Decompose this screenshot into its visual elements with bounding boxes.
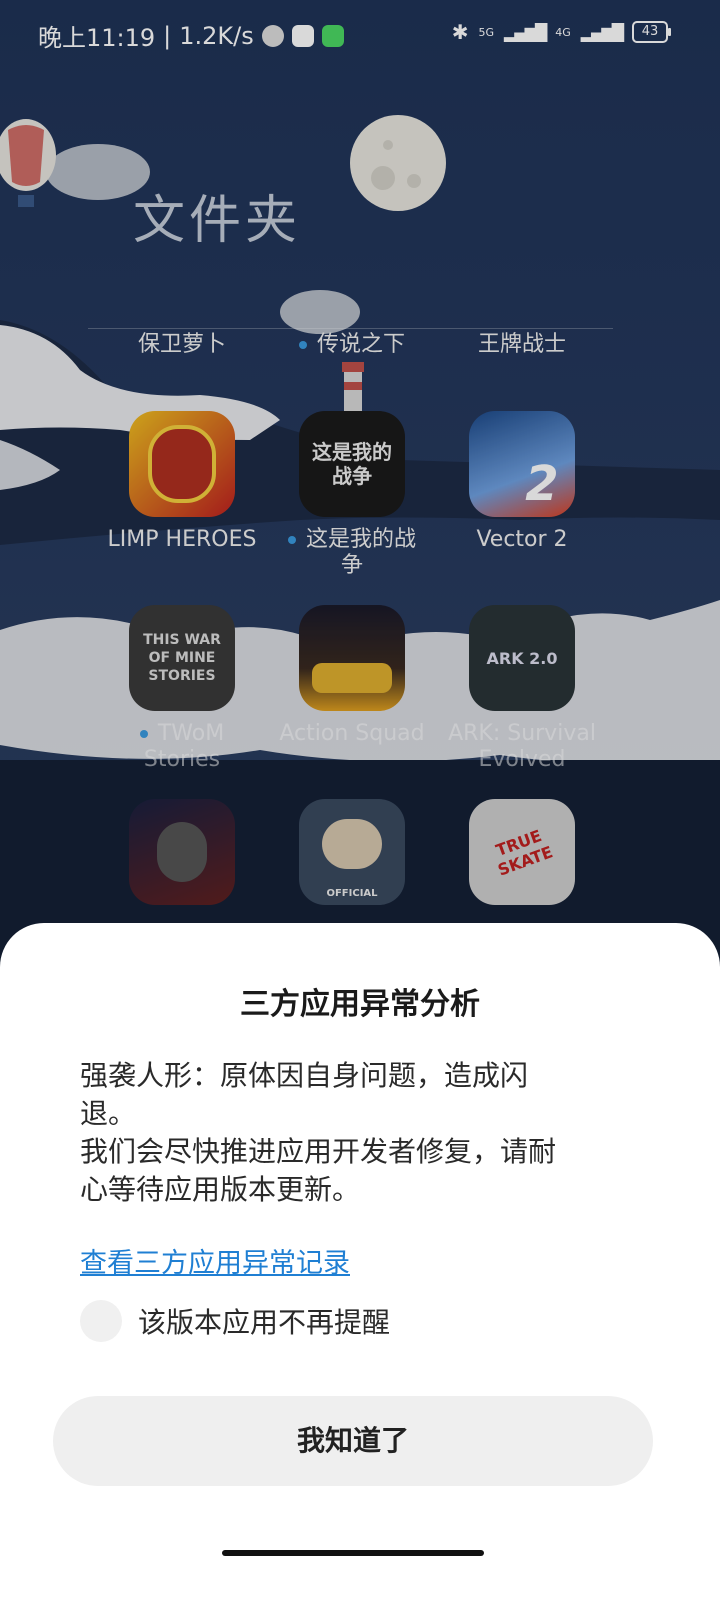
home-indicator[interactable] xyxy=(222,1550,484,1556)
dont-remind-checkbox-row[interactable]: 该版本应用不再提醒 xyxy=(80,1299,390,1343)
got-it-button[interactable]: 我知道了 xyxy=(53,1396,653,1486)
checkbox-circle[interactable] xyxy=(80,1300,122,1342)
checkbox-label: 该版本应用不再提醒 xyxy=(138,1306,391,1339)
dialog-title: 三方应用异常分析 xyxy=(240,987,480,1022)
error-dialog: 三方应用异常分析 强袭人形：原体因自身问题，造成闪 退。 我们会尽快推进应用开发… xyxy=(0,923,720,1600)
view-records-link[interactable]: 查看三方应用异常记录 xyxy=(80,1241,350,1280)
dialog-message: 强袭人形：原体因自身问题，造成闪 退。 我们会尽快推进应用开发者修复，请耐 心等… xyxy=(80,1059,557,1206)
